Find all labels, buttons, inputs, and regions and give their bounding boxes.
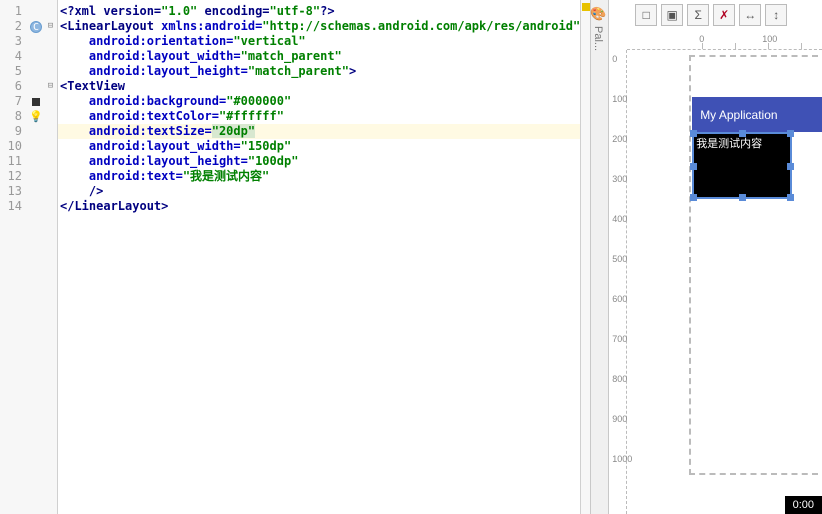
class-mark-icon: C (30, 21, 42, 33)
palette-tab[interactable]: 🎨Pal... (591, 0, 609, 514)
line-number: 14 (0, 199, 22, 214)
resize-handle[interactable] (739, 130, 746, 137)
preview-canvas[interactable]: □ ▣ Σ ✗ ↔ ↕ 0 100 200 0 100 200 300 400 … (609, 0, 822, 514)
horizontal-ruler: 0 100 200 (627, 32, 822, 50)
line-number-gutter: 1 2 3 4 5 6 7 8 9 10 11 12 13 14 (0, 0, 28, 514)
line-number: 11 (0, 154, 22, 169)
line-number: 12 (0, 169, 22, 184)
fold-gutter: ⊟ ⊟ (44, 0, 58, 514)
line-number: 9 (0, 124, 22, 139)
app-bar[interactable]: My Application (692, 97, 822, 132)
resize-handle[interactable] (690, 130, 697, 137)
view-options-button[interactable]: □ (635, 4, 657, 26)
code-editor[interactable]: 1 2 3 4 5 6 7 8 9 10 11 12 13 14 C 💡 ⊟ (0, 0, 590, 514)
clear-button[interactable]: ✗ (713, 4, 735, 26)
time-badge: 0:00 (785, 496, 822, 514)
expand-h-button[interactable]: ↔ (739, 4, 761, 26)
fold-toggle-icon[interactable]: ⊟ (44, 19, 57, 34)
layout-preview-panel: 🎨Pal... □ ▣ Σ ✗ ↔ ↕ 0 100 200 0 100 200 … (590, 0, 822, 514)
palette-icon: 🎨 (590, 6, 606, 22)
intention-bulb-icon[interactable]: 💡 (28, 109, 44, 124)
line-number: 2 (0, 19, 22, 34)
vertical-ruler: 0 100 200 300 400 500 600 700 800 900 10… (609, 50, 627, 514)
line-number: 7 (0, 94, 22, 109)
resize-handle[interactable] (787, 194, 794, 201)
resize-handle[interactable] (739, 194, 746, 201)
line-number: 8 (0, 109, 22, 124)
zoom-button[interactable]: Σ (687, 4, 709, 26)
line-number: 13 (0, 184, 22, 199)
line-number: 5 (0, 64, 22, 79)
expand-v-button[interactable]: ↕ (765, 4, 787, 26)
analysis-status-icon (582, 3, 590, 11)
resize-handle[interactable] (690, 163, 697, 170)
resize-handle[interactable] (787, 163, 794, 170)
line-number: 10 (0, 139, 22, 154)
line-number: 3 (0, 34, 22, 49)
gutter-marks: C 💡 (28, 0, 44, 514)
preview-toolbar: □ ▣ Σ ✗ ↔ ↕ (635, 4, 787, 26)
line-number: 1 (0, 4, 22, 19)
code-area[interactable]: <?xml version="1.0" encoding="utf-8"?> <… (58, 0, 580, 514)
device-frame: My Application 我是测试内容 (689, 55, 822, 475)
error-stripe[interactable] (580, 0, 590, 514)
viewport-button[interactable]: ▣ (661, 4, 683, 26)
breakpoint-icon[interactable] (32, 98, 40, 106)
textview-preview[interactable]: 我是测试内容 (692, 132, 792, 199)
resize-handle[interactable] (787, 130, 794, 137)
line-number: 6 (0, 79, 22, 94)
resize-handle[interactable] (690, 194, 697, 201)
line-number: 4 (0, 49, 22, 64)
app-bar-title: My Application (700, 108, 777, 122)
fold-toggle-icon[interactable]: ⊟ (44, 79, 57, 94)
